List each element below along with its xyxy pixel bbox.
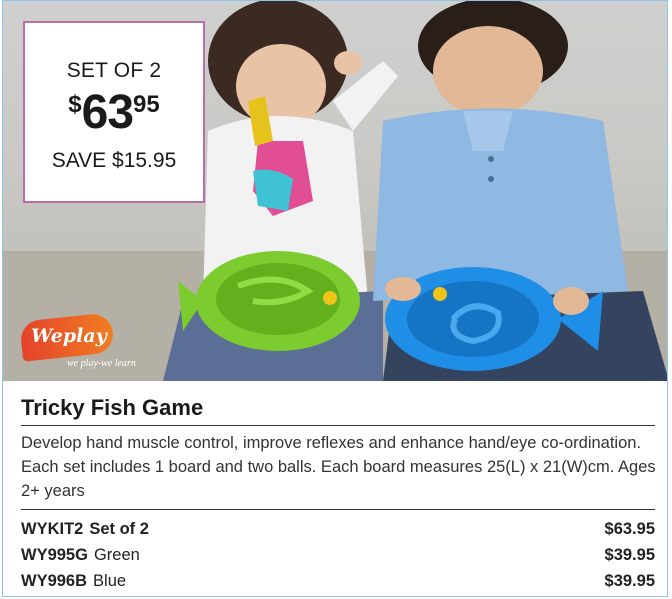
- product-title: Tricky Fish Game: [21, 395, 204, 420]
- variant-label: Blue: [93, 572, 127, 590]
- variant-label: Green: [93, 546, 140, 564]
- product-description: Develop hand muscle control, improve ref…: [21, 434, 656, 500]
- variant-code: WY996B: [21, 572, 88, 590]
- variant-code: WYKIT2: [21, 520, 84, 538]
- promo-currency: $: [68, 91, 82, 118]
- promo-dollars: 63: [81, 86, 134, 139]
- promo-price-box: SET OF 2 $6395 SAVE $15.95: [23, 21, 205, 203]
- promo-cents: 95: [133, 91, 160, 118]
- variant-row: WY995G Green $39.95: [21, 546, 655, 570]
- promo-set-label: SET OF 2: [66, 59, 162, 82]
- product-card: SET OF 2 $6395 SAVE $15.95 Weplay we pla…: [2, 0, 668, 597]
- variant-label: Set of 2: [89, 520, 149, 538]
- variant-row: WYKIT2 Set of 2 $63.95: [21, 520, 655, 544]
- title-divider: [21, 425, 655, 426]
- variant-price: $39.95: [604, 572, 655, 590]
- logo-tagline: we play-we learn: [67, 358, 136, 369]
- variant-code: WY995G: [21, 546, 88, 564]
- variant-price: $39.95: [604, 546, 655, 564]
- weplay-logo: Weplay we play-we learn: [19, 312, 136, 373]
- promo-price: $6395: [25, 85, 203, 140]
- variant-price: $63.95: [604, 520, 655, 538]
- description-divider: [21, 509, 655, 510]
- promo-save-text: SAVE $15.95: [51, 149, 177, 172]
- logo-text: Weplay: [31, 325, 107, 347]
- product-photo: SET OF 2 $6395 SAVE $15.95 Weplay we pla…: [3, 1, 667, 381]
- variant-row: WY996B Blue $39.95: [21, 572, 655, 596]
